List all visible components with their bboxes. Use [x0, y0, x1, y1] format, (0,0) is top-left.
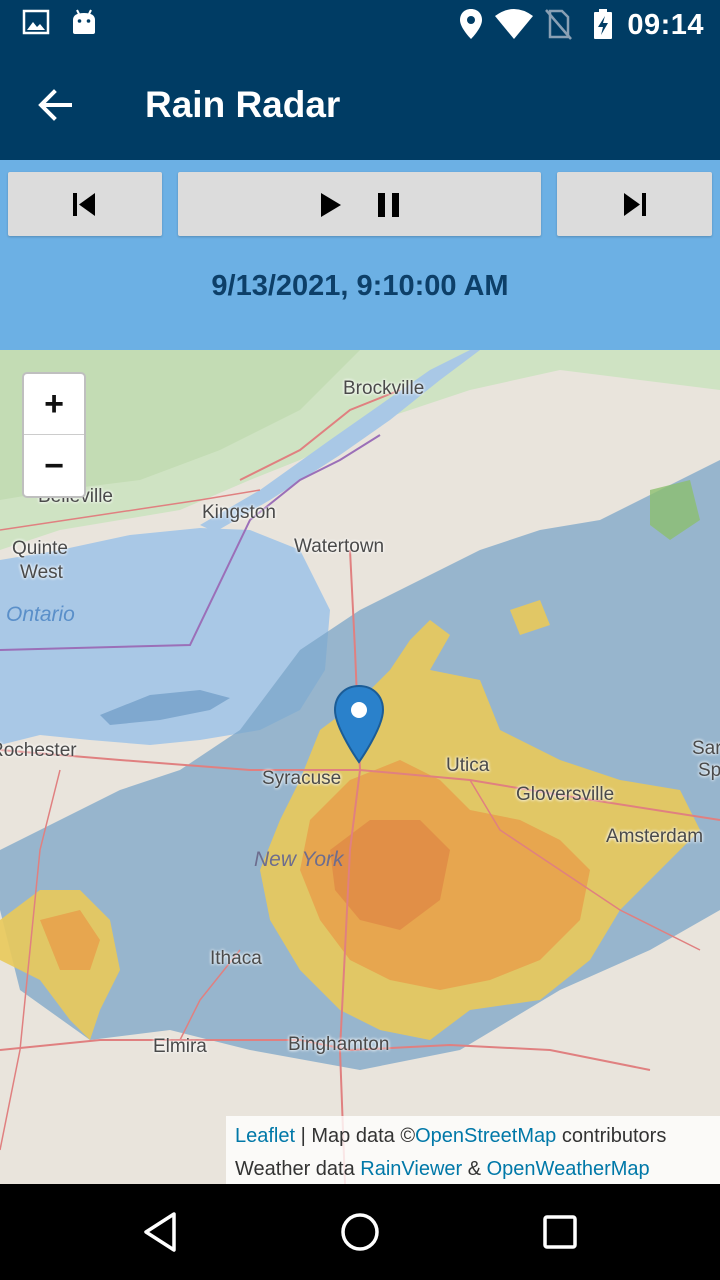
- place-label: Utica: [446, 755, 490, 776]
- attribution-text: | Map data ©: [295, 1125, 416, 1147]
- osm-link[interactable]: OpenStreetMap: [415, 1125, 556, 1147]
- image-icon: [22, 9, 50, 35]
- place-label: Rochester: [0, 740, 77, 761]
- radar-timestamp: 9/13/2021, 9:10:00 AM: [211, 270, 509, 302]
- location-icon: [460, 9, 482, 39]
- map-base-layer: [0, 350, 720, 1184]
- state-label: New York: [254, 848, 344, 871]
- back-triangle-icon[interactable]: [140, 1210, 180, 1254]
- attribution-text: &: [462, 1158, 487, 1180]
- place-label: Sp: [698, 760, 720, 781]
- battery-charging-icon: [594, 9, 612, 39]
- map-attribution: Leaflet | Map data ©OpenStreetMap contri…: [226, 1116, 720, 1184]
- back-button[interactable]: [28, 80, 84, 130]
- arrow-back-icon: [38, 89, 72, 121]
- attribution-text: Weather data: [235, 1158, 361, 1180]
- place-label: Binghamton: [288, 1034, 390, 1055]
- home-circle-icon[interactable]: [338, 1210, 382, 1254]
- place-label: Elmira: [153, 1036, 207, 1057]
- place-label: Gloversville: [516, 784, 615, 805]
- zoom-in-button[interactable]: +: [24, 374, 84, 435]
- status-bar: 09:14: [0, 0, 720, 50]
- play-icon: [321, 193, 341, 217]
- place-label: Quinte: [12, 538, 68, 559]
- skip-next-icon: [624, 193, 646, 216]
- app-bar: Rain Radar: [0, 50, 720, 160]
- next-frame-button[interactable]: [557, 172, 712, 236]
- pause-icon: [378, 193, 399, 217]
- android-icon: [73, 9, 95, 34]
- zoom-out-button[interactable]: −: [24, 436, 84, 497]
- place-label: Ithaca: [210, 948, 262, 969]
- attribution-line-1: Leaflet | Map data ©OpenStreetMap contri…: [235, 1120, 720, 1153]
- lake-label: Ontario: [6, 603, 75, 626]
- zoom-control: + −: [22, 372, 86, 498]
- place-label: Amsterdam: [606, 826, 704, 847]
- no-sim-icon: [545, 9, 572, 40]
- status-time: 09:14: [627, 9, 704, 41]
- attribution-text: contributors: [556, 1125, 667, 1147]
- skip-previous-icon: [73, 193, 95, 216]
- place-label: West: [20, 562, 63, 583]
- place-label: Sar: [692, 738, 720, 759]
- playback-controls: 9/13/2021, 9:10:00 AM: [0, 160, 720, 350]
- radar-map[interactable]: Brockville Belleville Kingston Quinte We…: [0, 350, 720, 1184]
- attribution-line-2: Weather data RainViewer & OpenWeatherMap: [235, 1153, 720, 1184]
- place-label: Brockville: [343, 378, 425, 399]
- system-nav-bar: [0, 1184, 720, 1280]
- page-title: Rain Radar: [145, 84, 341, 125]
- previous-frame-button[interactable]: [8, 172, 162, 236]
- location-marker-icon[interactable]: [333, 684, 385, 764]
- openweathermap-link[interactable]: OpenWeatherMap: [487, 1158, 650, 1180]
- place-label: Kingston: [202, 502, 276, 523]
- wifi-icon: [495, 9, 533, 39]
- place-label: Watertown: [294, 536, 385, 557]
- rainviewer-link[interactable]: RainViewer: [360, 1158, 462, 1180]
- place-label: Syracuse: [262, 768, 342, 789]
- leaflet-link[interactable]: Leaflet: [235, 1125, 295, 1147]
- recents-square-icon[interactable]: [540, 1212, 580, 1252]
- play-pause-button[interactable]: [178, 172, 541, 236]
